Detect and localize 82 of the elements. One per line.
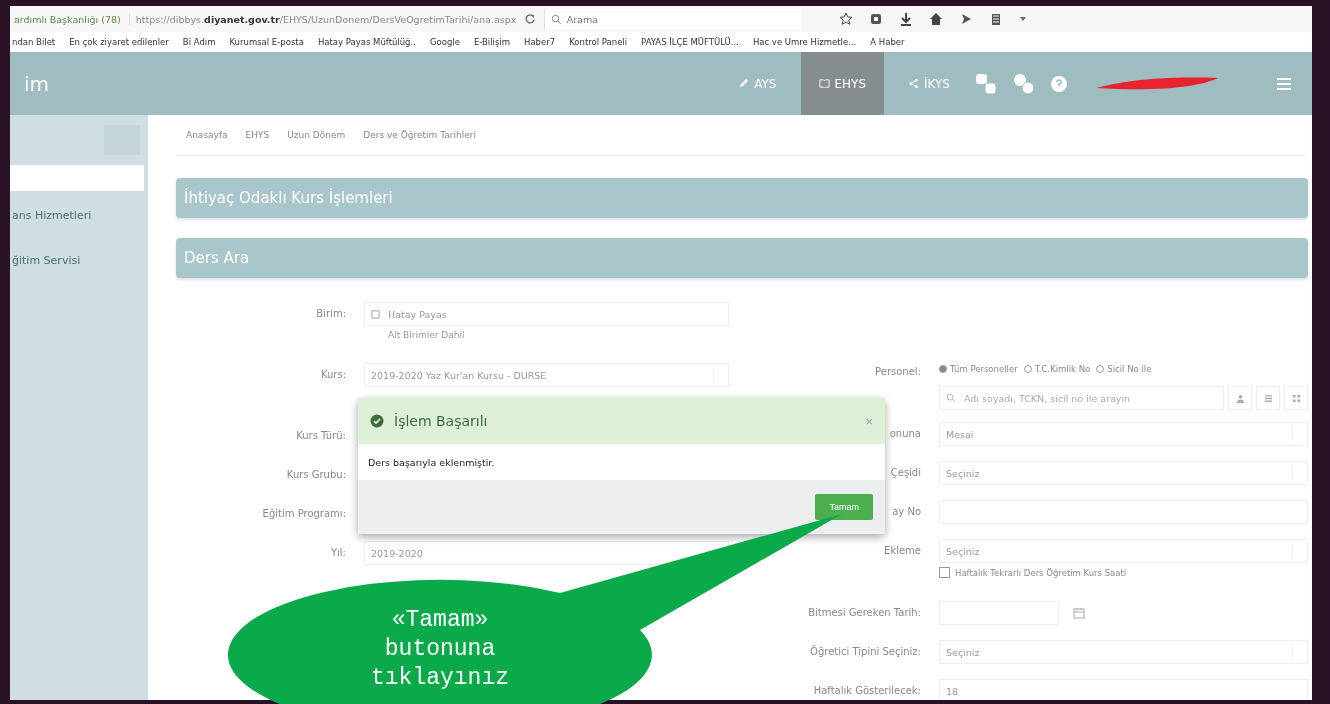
- bookmark[interactable]: PAYAS İLÇE MÜFTÜLÜ...: [641, 37, 739, 47]
- field-label: onuna: [889, 428, 921, 439]
- site-logo-text[interactable]: im: [10, 71, 84, 96]
- callout-text: «Tamam» butonuna tıklayınız: [370, 606, 510, 693]
- radio-option[interactable]: Sicil No ile: [1096, 364, 1152, 374]
- breadcrumb-link[interactable]: EHYS: [245, 130, 270, 140]
- field-label: Öğretici Tipini Seçiniz:: [810, 646, 921, 657]
- select-field[interactable]: 2019-2020 Yaz Kur'an Kursu - DURSE: [364, 363, 729, 387]
- staff-search-field[interactable]: Adı soyadı, TCKN, sicil no ile arayın: [939, 386, 1224, 410]
- nav-tab[interactable]: EHYS: [800, 52, 885, 115]
- search-field[interactable]: Arama: [543, 9, 801, 29]
- select-field[interactable]: Mesai: [939, 422, 1308, 446]
- dialog-title: İşlem Başarılı: [394, 413, 488, 429]
- person-icon: [1235, 393, 1245, 403]
- check-circle-icon: [370, 414, 384, 428]
- checkbox-icon[interactable]: [371, 309, 380, 319]
- circles-icon[interactable]: [1012, 71, 1036, 96]
- search-icon: [550, 13, 562, 25]
- radio-option[interactable]: Tüm Personeller: [939, 364, 1018, 374]
- bookmark[interactable]: En çok ziyaret edilenler: [69, 37, 169, 47]
- field-label: Personel:: [875, 366, 921, 377]
- bookmark[interactable]: E-Bilişim: [473, 37, 510, 47]
- tab-title[interactable]: ardımlı Başkanlığı (78): [14, 13, 121, 25]
- bookmark[interactable]: Haber7: [524, 37, 556, 47]
- pencil-icon: [738, 78, 750, 89]
- bookmark[interactable]: Hatay Payas Müftülüğ..: [317, 37, 416, 47]
- weekly-checkbox[interactable]: Haftalık Tekrarlı Ders Öğretim Kurs Saati: [939, 567, 1308, 578]
- text-field[interactable]: 18: [939, 679, 1308, 700]
- bookmark[interactable]: A Haber: [870, 37, 905, 47]
- dialog-message: Ders başarıyla eklenmiştir.: [368, 456, 495, 468]
- radio-option[interactable]: T.C.Kimlik No: [1023, 364, 1091, 374]
- select-field[interactable]: Seçiniz: [939, 640, 1308, 664]
- bookmark[interactable]: Hac ve Umre Hizmetle...: [752, 37, 857, 47]
- list-icon: [1263, 393, 1273, 403]
- library-icon[interactable]: [868, 12, 883, 26]
- address-field[interactable]: https://dibbys.diyanet.gov.tr/EHYS/UzunDonem/DersVeOgretimTarihi/ana.aspx: [128, 13, 516, 25]
- share-icon: [908, 78, 920, 89]
- select-field[interactable]: Seçiniz: [939, 539, 1308, 563]
- sub-units-label: Alt Birimler Dahil: [387, 330, 466, 340]
- book-icon: [818, 78, 830, 89]
- reload-icon[interactable]: [523, 13, 536, 25]
- grid-icon: [1291, 393, 1301, 403]
- bookmark[interactable]: Bi Adım: [182, 37, 216, 47]
- breadcrumb-link[interactable]: Ders ve Öğretim Tarihleri: [363, 130, 476, 140]
- field-label: Kurs:: [320, 369, 346, 380]
- field-label: Kurs Türü:: [296, 430, 346, 441]
- field-label: Yıl:: [330, 547, 346, 558]
- home-icon[interactable]: [928, 12, 943, 26]
- sidebar-item[interactable]: ğitim Servisi: [10, 236, 148, 281]
- nav-tab[interactable]: İKYS: [898, 52, 960, 115]
- calendar-icon[interactable]: [1073, 607, 1085, 619]
- field-label: Bitmesi Gereken Tarih:: [808, 607, 921, 618]
- ok-button[interactable]: Tamam: [815, 494, 873, 520]
- sidebar-search-field[interactable]: [10, 165, 144, 191]
- field-label: Çeşidi: [890, 467, 921, 478]
- grid-button[interactable]: [1284, 386, 1308, 410]
- search-icon: [946, 393, 956, 403]
- help-icon[interactable]: [1050, 74, 1068, 93]
- bookmark[interactable]: Google: [429, 37, 460, 47]
- boxes-icon[interactable]: [974, 71, 998, 96]
- close-button[interactable]: ×: [865, 413, 873, 429]
- menu-icon[interactable]: [1276, 76, 1292, 91]
- bookmark[interactable]: Kontrol Paneli: [569, 37, 628, 47]
- field-label: Birim:: [316, 308, 346, 319]
- field-label: Eğitim Programı:: [262, 508, 346, 519]
- unit-field[interactable]: Hatay Payas: [364, 302, 729, 326]
- nav-tab[interactable]: AYS: [728, 52, 787, 115]
- field-label: ay No: [892, 506, 921, 517]
- field-label: Ekleme: [884, 545, 921, 556]
- bookmark[interactable]: Kurumsal E-posta: [229, 37, 304, 47]
- star-icon[interactable]: [838, 12, 853, 26]
- list-button[interactable]: [1256, 386, 1280, 410]
- download-icon[interactable]: [898, 12, 913, 26]
- sidebar-item[interactable]: ans Hizmetleri: [10, 191, 148, 236]
- field-label: Haftalık Gösterilecek:: [813, 685, 921, 696]
- breadcrumb-link[interactable]: Anasayfa: [186, 130, 228, 140]
- field-label: Kurs Grubu:: [286, 469, 346, 480]
- caret-icon[interactable]: [1018, 15, 1027, 23]
- select-field[interactable]: Seçiniz: [939, 461, 1308, 485]
- person-button[interactable]: [1228, 386, 1252, 410]
- breadcrumb-link[interactable]: Uzun Dönem: [287, 130, 346, 140]
- bookmark[interactable]: ndan Bilet: [12, 37, 56, 47]
